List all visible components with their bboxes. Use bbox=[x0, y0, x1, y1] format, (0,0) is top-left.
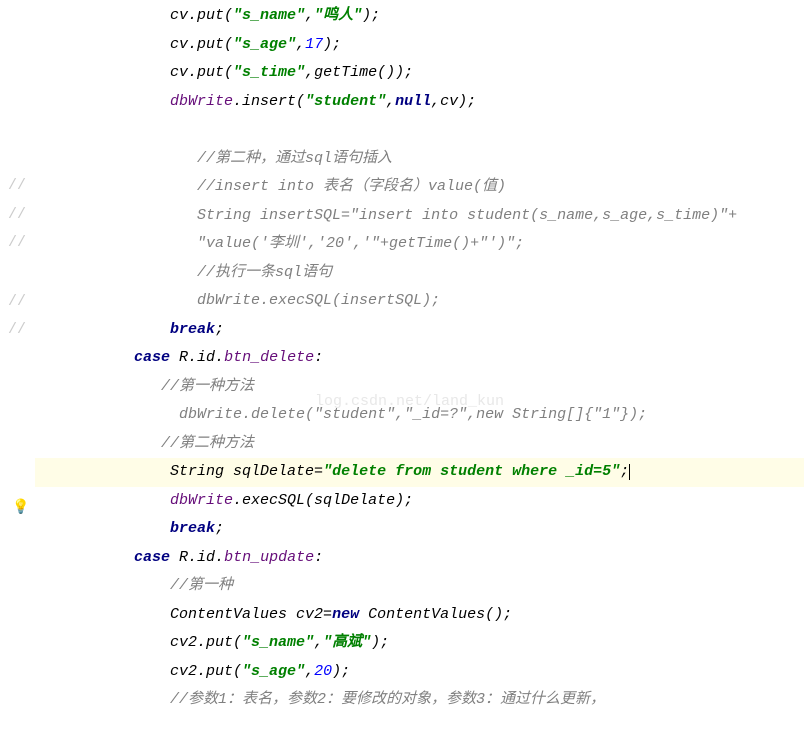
lightbulb-icon[interactable]: 💡 bbox=[12, 495, 29, 522]
comment-marker: // bbox=[8, 201, 26, 230]
comment-marker: // bbox=[8, 316, 26, 345]
current-line: String sqlDelate="delete from student wh… bbox=[35, 458, 804, 487]
comment-marker: // bbox=[8, 172, 26, 201]
code-editor[interactable]: // // // // // 💡 log.csdn.net/land_kun c… bbox=[0, 0, 804, 753]
code-content[interactable]: log.csdn.net/land_kun cv.put("s_name","鸣… bbox=[35, 0, 804, 753]
gutter: // // // // // 💡 bbox=[0, 0, 35, 753]
text-cursor bbox=[629, 464, 630, 481]
comment-marker: // bbox=[8, 229, 26, 258]
comment-marker: // bbox=[8, 288, 26, 317]
